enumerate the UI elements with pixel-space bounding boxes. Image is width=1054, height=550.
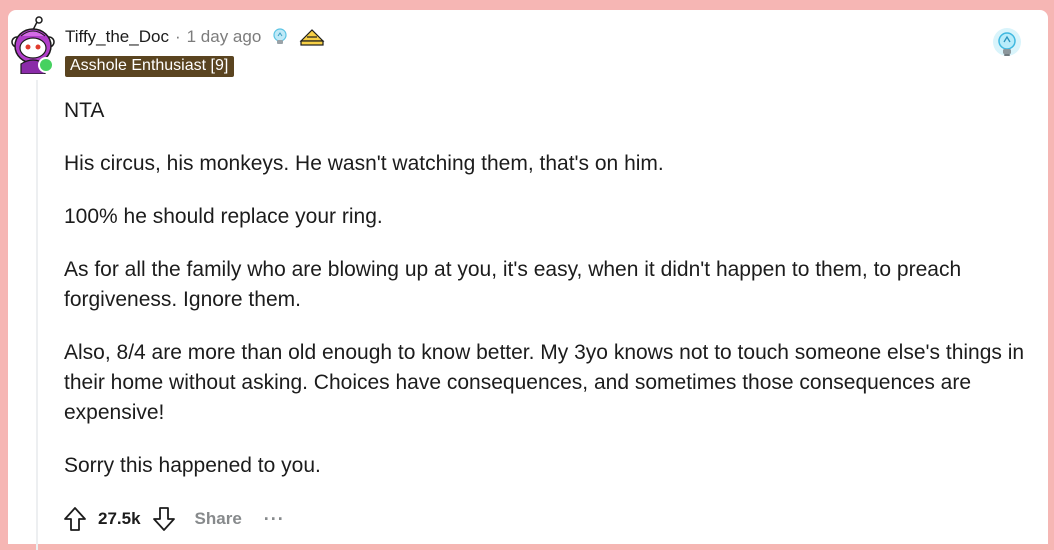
thread-line[interactable] [36, 80, 38, 550]
comment-paragraph: Also, 8/4 are more than old enough to kn… [64, 341, 1025, 424]
comment-card: Tiffy_the_Doc · 1 day ago Asshole Enthus… [8, 10, 1048, 550]
user-flair: Asshole Enthusiast [9] [65, 56, 235, 77]
more-options-button[interactable]: ··· [264, 509, 285, 530]
comment-paragraph: As for all the family who are blowing up… [64, 258, 962, 311]
hat-award-icon[interactable] [299, 26, 325, 48]
lightbulb-award-icon[interactable] [269, 26, 291, 48]
glowing-lightbulb-award-icon[interactable] [990, 27, 1024, 61]
downvote-button[interactable] [149, 503, 179, 535]
upvote-button[interactable] [60, 503, 90, 535]
comment-actions: 27.5k Share ··· [60, 502, 285, 536]
comment-paragraph: His circus, his monkeys. He wasn't watch… [64, 152, 664, 175]
comment-body: NTA His circus, his monkeys. He wasn't w… [64, 96, 1034, 504]
downvote-arrow-icon [152, 507, 175, 531]
share-button[interactable]: Share [195, 509, 242, 529]
comment-paragraph: Sorry this happened to you. [64, 454, 321, 477]
meta-separator: · [174, 27, 181, 46]
comment-paragraph: 100% he should replace your ring. [64, 205, 383, 228]
comment-timestamp[interactable]: 1 day ago [187, 27, 262, 47]
vote-score: 27.5k [98, 509, 141, 528]
upvote-arrow-icon [64, 507, 86, 531]
comment-meta: Tiffy_the_Doc · 1 day ago [65, 24, 325, 50]
online-status-indicator [38, 57, 54, 73]
author-username[interactable]: Tiffy_the_Doc [65, 27, 169, 47]
comment-paragraph: NTA [64, 99, 105, 122]
